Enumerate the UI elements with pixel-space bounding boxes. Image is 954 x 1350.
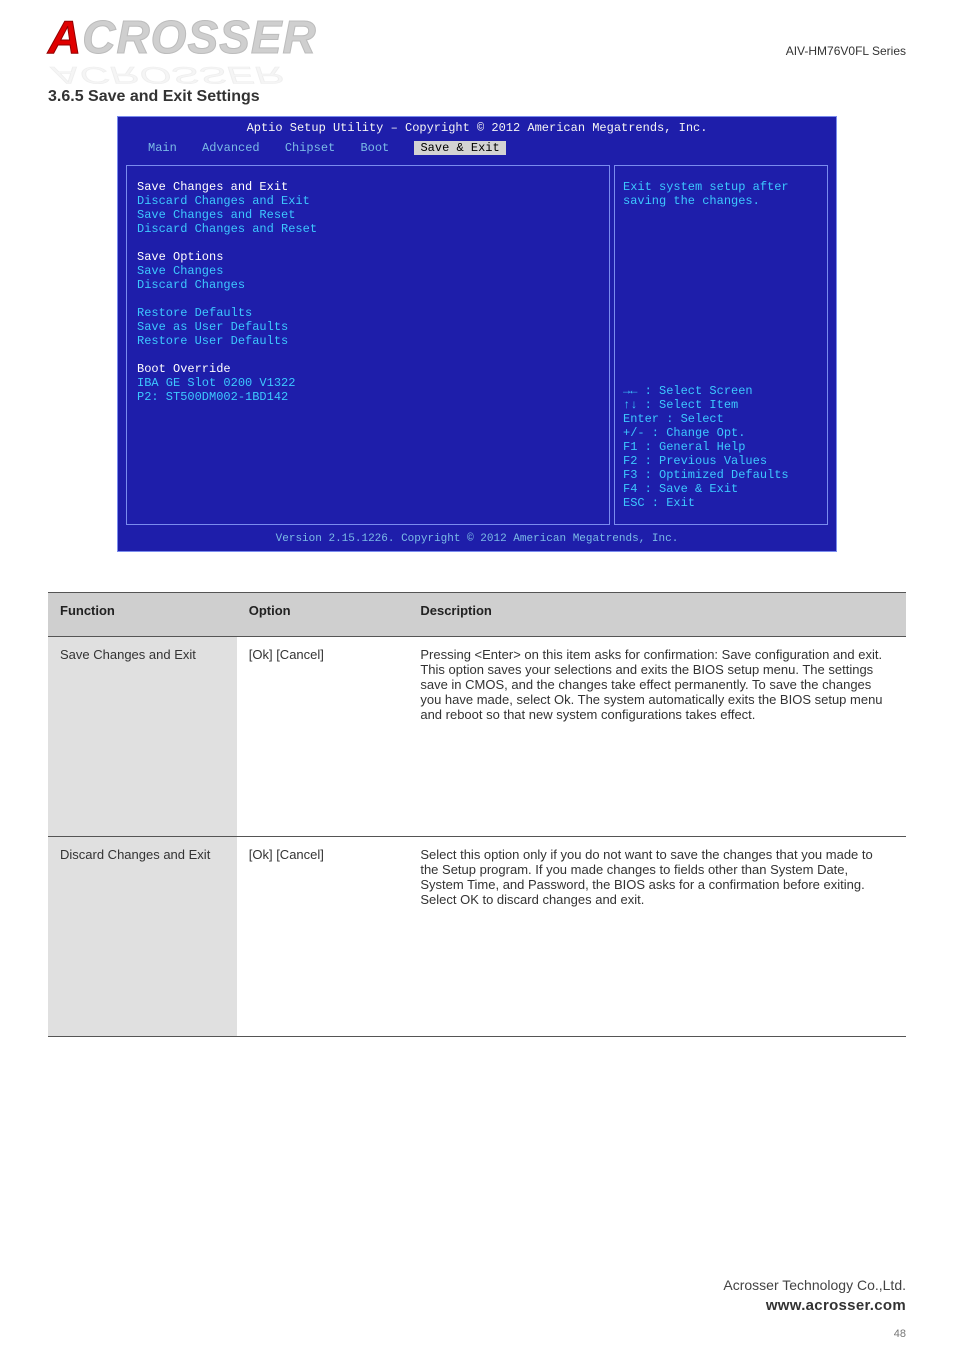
footer-url: www.acrosser.com (723, 1297, 906, 1314)
bios-menu-item[interactable]: Save as User Defaults (137, 320, 599, 334)
table-cell-function: Discard Changes and Exit (48, 837, 237, 1037)
table-row: Discard Changes and Exit [Ok] [Cancel] S… (48, 837, 906, 1037)
bios-nav-hint: +/- : Change Opt. (623, 426, 819, 440)
bios-menu: Save Changes and Exit Discard Changes an… (126, 165, 610, 525)
bios-menu-item[interactable]: Save Changes and Reset (137, 208, 599, 222)
bios-menu-item[interactable]: IBA GE Slot 0200 V1322 (137, 376, 599, 390)
table-cell-option: [Ok] [Cancel] (237, 637, 409, 837)
bios-tab-main[interactable]: Main (148, 141, 177, 155)
bios-menu-group-header: Save Options (137, 250, 599, 264)
bios-nav-hint: Enter : Select (623, 412, 819, 426)
footer-company: Acrosser Technology Co.,Ltd. (723, 1277, 906, 1293)
table-cell-description: Pressing <Enter> on this item asks for c… (408, 637, 906, 837)
section-heading: 3.6.5 Save and Exit Settings (48, 88, 906, 106)
bios-nav-hint: F3 : Optimized Defaults (623, 468, 819, 482)
bios-nav-hint: →← : Select Screen (623, 384, 819, 398)
bios-footer: Version 2.15.1226. Copyright © 2012 Amer… (118, 529, 836, 551)
bios-menu-group-header: Boot Override (137, 362, 599, 376)
bios-tab-save-exit[interactable]: Save & Exit (414, 141, 505, 155)
bios-header: Aptio Setup Utility – Copyright © 2012 A… (118, 117, 836, 139)
bios-tab-boot[interactable]: Boot (360, 141, 389, 155)
bios-nav-hints: →← : Select Screen ↑↓ : Select Item Ente… (623, 384, 819, 510)
bios-menu-item[interactable]: P2: ST500DM002-1BD142 (137, 390, 599, 404)
page-footer: Acrosser Technology Co.,Ltd. www.acrosse… (723, 1277, 906, 1314)
bios-menu-item[interactable]: Save Changes and Exit (137, 180, 599, 194)
bios-menu-item[interactable]: Discard Changes (137, 278, 599, 292)
table-header-function: Function (48, 593, 237, 637)
table-cell-function: Save Changes and Exit (48, 637, 237, 837)
brand-logo: ACROSSER ACROSSER (48, 10, 906, 88)
bios-nav-hint: F2 : Previous Values (623, 454, 819, 468)
page-number: 48 (894, 1328, 906, 1340)
table-row: Save Changes and Exit [Ok] [Cancel] Pres… (48, 637, 906, 837)
bios-menu-item[interactable]: Restore Defaults (137, 306, 599, 320)
bios-nav-hint: ESC : Exit (623, 496, 819, 510)
bios-help-text: Exit system setup after saving the chang… (623, 180, 819, 208)
table-header-description: Description (408, 593, 906, 637)
function-table: Function Option Description Save Changes… (48, 592, 906, 1037)
bios-nav-hint: F1 : General Help (623, 440, 819, 454)
bios-tabs: Main Advanced Chipset Boot Save & Exit (118, 139, 836, 161)
bios-nav-hint: ↑↓ : Select Item (623, 398, 819, 412)
bios-tab-chipset[interactable]: Chipset (285, 141, 335, 155)
bios-help-panel: Exit system setup after saving the chang… (614, 165, 828, 525)
bios-menu-item[interactable]: Restore User Defaults (137, 334, 599, 348)
table-cell-description: Select this option only if you do not wa… (408, 837, 906, 1037)
table-header-option: Option (237, 593, 409, 637)
bios-menu-item[interactable]: Save Changes (137, 264, 599, 278)
bios-screenshot: Aptio Setup Utility – Copyright © 2012 A… (117, 116, 837, 552)
bios-tab-advanced[interactable]: Advanced (202, 141, 260, 155)
bios-menu-item[interactable]: Discard Changes and Exit (137, 194, 599, 208)
table-cell-option: [Ok] [Cancel] (237, 837, 409, 1037)
bios-nav-hint: F4 : Save & Exit (623, 482, 819, 496)
bios-menu-item[interactable]: Discard Changes and Reset (137, 222, 599, 236)
